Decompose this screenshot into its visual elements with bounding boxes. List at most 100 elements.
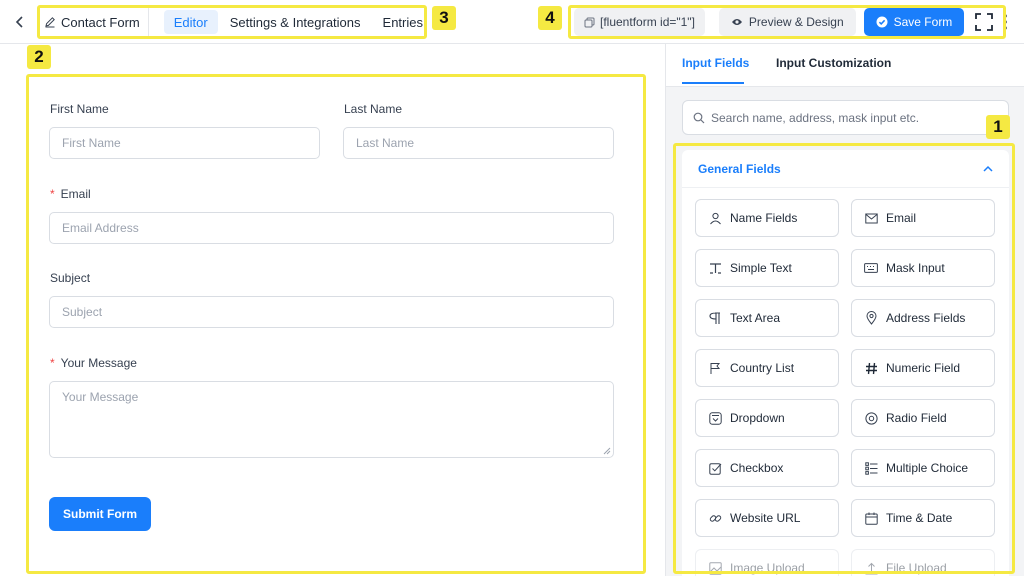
paragraph-icon: [708, 311, 722, 325]
resize-grip-icon[interactable]: [603, 447, 611, 455]
field-dropdown[interactable]: Dropdown: [695, 399, 839, 437]
field-label: Mask Input: [886, 261, 945, 275]
more-options-button[interactable]: [1000, 12, 1010, 32]
search-icon: [693, 112, 705, 123]
field-country-list[interactable]: Country List: [695, 349, 839, 387]
field-label: Time & Date: [886, 511, 953, 525]
link-icon: [708, 511, 722, 525]
back-button[interactable]: [10, 12, 30, 32]
checkbox-icon: [708, 461, 722, 475]
field-label: Multiple Choice: [886, 461, 969, 475]
general-fields-header[interactable]: General Fields: [682, 150, 1009, 188]
copy-icon: [584, 17, 595, 27]
fullscreen-button[interactable]: [974, 12, 994, 32]
field-label: Text Area: [730, 311, 781, 325]
flag-icon: [708, 361, 722, 375]
last-name-input[interactable]: Last Name: [343, 127, 614, 159]
image-icon: [708, 561, 722, 575]
tab-input-customization[interactable]: Input Customization: [776, 56, 891, 70]
field-label: File Upload: [886, 561, 947, 575]
annotation-badge-4: 4: [538, 6, 562, 30]
field-label: Numeric Field: [886, 361, 961, 375]
field-radio-field[interactable]: Radio Field: [851, 399, 995, 437]
message-textarea[interactable]: Your Message: [49, 381, 614, 458]
group-title: General Fields: [698, 161, 781, 176]
dropdown-icon: [708, 411, 722, 425]
field-website-url[interactable]: Website URL: [695, 499, 839, 537]
form-editor-canvas: First Name First Name Last Name Last Nam…: [0, 44, 665, 576]
field-image-upload[interactable]: Image Upload: [695, 549, 839, 576]
form-nav: Contact Form Editor Settings & Integrati…: [40, 6, 433, 38]
first-name-label: First Name: [50, 102, 109, 116]
tab-settings-integrations[interactable]: Settings & Integrations: [220, 10, 371, 34]
first-name-input[interactable]: First Name: [49, 127, 320, 159]
upload-icon: [864, 561, 878, 575]
subject-input[interactable]: Subject: [49, 296, 614, 328]
field-numeric-field[interactable]: Numeric Field: [851, 349, 995, 387]
field-file-upload[interactable]: File Upload: [851, 549, 995, 576]
field-time-date[interactable]: Time & Date: [851, 499, 995, 537]
field-text-area[interactable]: Text Area: [695, 299, 839, 337]
message-placeholder: Your Message: [62, 390, 139, 404]
message-label-row: * Your Message: [50, 356, 137, 370]
form-title-label: Contact Form: [61, 14, 140, 30]
tab-entries[interactable]: Entries: [373, 10, 433, 34]
keyboard-icon: [864, 261, 878, 275]
form-title[interactable]: Contact Form: [40, 8, 149, 36]
preview-label: Preview & Design: [748, 15, 844, 29]
kebab-menu-icon: [1003, 14, 1008, 30]
field-search-input[interactable]: Search name, address, mask input etc.: [682, 100, 1009, 135]
hash-icon: [864, 361, 878, 375]
save-label: Save Form: [893, 15, 953, 29]
field-label: Website URL: [730, 511, 801, 525]
pencil-icon: [45, 17, 55, 28]
last-name-label: Last Name: [344, 102, 403, 116]
field-label: Email: [886, 211, 917, 225]
field-name-fields[interactable]: Name Fields: [695, 199, 839, 237]
shortcode-copy-button[interactable]: [fluentform id="1"]: [574, 8, 705, 36]
field-label: Dropdown: [730, 411, 785, 425]
field-checkbox[interactable]: Checkbox: [695, 449, 839, 487]
tab-input-fields[interactable]: Input Fields: [682, 56, 749, 70]
user-icon: [708, 211, 722, 225]
field-label: Checkbox: [730, 461, 784, 475]
email-input[interactable]: Email Address: [49, 212, 614, 244]
check-circle-icon: [876, 16, 888, 28]
message-label: Your Message: [60, 356, 137, 370]
field-mask-input[interactable]: Mask Input: [851, 249, 995, 287]
calendar-icon: [864, 511, 878, 525]
field-multiple-choice[interactable]: Multiple Choice: [851, 449, 995, 487]
email-label: Email: [60, 187, 91, 201]
save-form-button[interactable]: Save Form: [863, 8, 965, 36]
annotation-badge-1: 1: [986, 115, 1010, 139]
radio-icon: [864, 411, 878, 425]
email-label-row: * Email: [50, 187, 91, 201]
field-label: Address Fields: [886, 311, 966, 325]
field-simple-text[interactable]: Simple Text: [695, 249, 839, 287]
top-bar: Contact Form Editor Settings & Integrati…: [0, 0, 1024, 44]
top-actions: [fluentform id="1"] Preview & Design Sav…: [574, 8, 1010, 36]
preview-design-button[interactable]: Preview & Design: [718, 8, 856, 36]
required-asterisk: *: [50, 187, 55, 201]
chevron-left-icon: [15, 16, 23, 28]
general-fields-group: General Fields Name Fields Email Simple …: [682, 150, 1009, 576]
tab-editor[interactable]: Editor: [163, 10, 218, 34]
field-label: Name Fields: [730, 211, 798, 225]
field-label: Image Upload: [730, 561, 805, 575]
field-address-fields[interactable]: Address Fields: [851, 299, 995, 337]
subject-label: Subject: [50, 271, 91, 285]
sidebar-tabs: Input Fields Input Customization: [666, 44, 1024, 87]
required-asterisk: *: [50, 356, 55, 370]
chevron-up-icon: [983, 165, 993, 172]
eye-icon: [731, 19, 742, 25]
field-email[interactable]: Email: [851, 199, 995, 237]
text-cursor-icon: [708, 261, 722, 275]
submit-form-button[interactable]: Submit Form: [49, 497, 151, 531]
annotation-badge-2: 2: [27, 45, 51, 69]
active-tab-indicator: [682, 82, 744, 84]
envelope-icon: [864, 211, 878, 225]
field-label: Radio Field: [886, 411, 947, 425]
list-icon: [864, 461, 878, 475]
search-placeholder: Search name, address, mask input etc.: [711, 110, 920, 125]
field-label: Country List: [730, 361, 795, 375]
